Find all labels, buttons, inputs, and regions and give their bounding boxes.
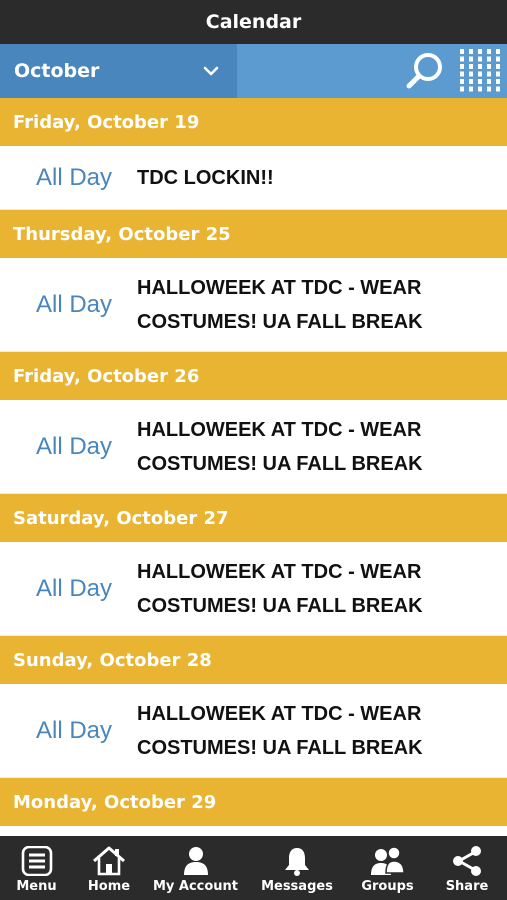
event-title-line: HALLOWEEK AT TDC - WEAR bbox=[137, 560, 422, 583]
event-time: All Day bbox=[36, 432, 113, 460]
tab-messages-label: Messages bbox=[261, 879, 333, 894]
event-title: HALLOWEEK AT TDC - WEAR COSTUMES! UA FALL… bbox=[137, 697, 487, 765]
grid-icon bbox=[460, 49, 500, 92]
day-header: Saturday, October 27 bbox=[0, 494, 507, 542]
day-header: Friday, October 26 bbox=[0, 352, 507, 400]
tab-groups[interactable]: Groups bbox=[348, 836, 427, 900]
tab-home-label: Home bbox=[87, 879, 131, 894]
account-icon bbox=[183, 847, 208, 875]
event-row[interactable]: All Day TDC LOCKIN!! bbox=[0, 146, 507, 210]
event-title: HALLOWEEK AT TDC - WEAR COSTUMES! UA FALL… bbox=[137, 271, 487, 339]
event-row[interactable]: All Day HALLOWEEK AT TDC - WEAR COSTUMES! … bbox=[0, 542, 507, 636]
tab-share[interactable]: Share bbox=[427, 836, 507, 900]
day-header: Sunday, October 28 bbox=[0, 636, 507, 684]
event-title-line: TDC LOCKIN!! bbox=[137, 166, 274, 189]
groups-icon bbox=[370, 846, 405, 875]
event-title: TDC LOCKIN!! bbox=[137, 161, 487, 195]
search-icon bbox=[406, 53, 442, 89]
event-title-line: HALLOWEEK AT TDC - WEAR bbox=[137, 418, 422, 441]
event-list[interactable]: Friday, October 19 All Day TDC LOCKIN!! Thu… bbox=[0, 98, 507, 836]
event-title: HALLOWEEK AT TDC - WEAR COSTUMES! UA FALL… bbox=[137, 413, 487, 481]
tab-share-label: Share bbox=[445, 879, 489, 894]
month-select[interactable]: October bbox=[0, 44, 237, 98]
share-icon bbox=[453, 846, 481, 876]
grid-view-button[interactable] bbox=[458, 47, 502, 93]
tab-menu-label: Menu bbox=[16, 879, 57, 894]
event-title-line: COSTUMES! UA FALL BREAK bbox=[137, 452, 423, 475]
day-header-date: Friday, October 26 bbox=[13, 365, 200, 387]
event-time: All Day bbox=[36, 716, 113, 744]
menu-icon bbox=[21, 846, 52, 876]
day-header-date: Sunday, October 28 bbox=[13, 649, 212, 671]
page-title: Calendar bbox=[205, 11, 302, 33]
event-time: All Day bbox=[36, 290, 113, 318]
tab-groups-label: Groups bbox=[361, 879, 414, 894]
day-header-date: Friday, October 19 bbox=[13, 111, 200, 133]
search-button[interactable] bbox=[404, 51, 446, 91]
event-title-line: HALLOWEEK AT TDC - WEAR bbox=[137, 276, 422, 299]
day-header: Thursday, October 25 bbox=[0, 210, 507, 258]
event-row[interactable]: All Day HALLOWEEK AT TDC - WEAR COSTUMES! … bbox=[0, 400, 507, 494]
day-header-date: Saturday, October 27 bbox=[13, 507, 229, 529]
event-row[interactable]: All Day HALLOWEEK AT TDC - WEAR COSTUMES! … bbox=[0, 258, 507, 352]
event-title-line: COSTUMES! UA FALL BREAK bbox=[137, 310, 423, 333]
title-bar: Calendar bbox=[0, 0, 507, 44]
chevron-down-icon bbox=[203, 66, 219, 76]
tab-messages[interactable]: Messages bbox=[246, 836, 348, 900]
event-time: All Day bbox=[36, 574, 113, 602]
day-header: Monday, October 29 bbox=[0, 778, 507, 826]
toolbar: October bbox=[0, 44, 507, 98]
day-header: Friday, October 19 bbox=[0, 98, 507, 146]
tab-bar: Menu Home My Account Messages Groups Sha… bbox=[0, 836, 507, 900]
home-icon bbox=[93, 846, 125, 876]
bell-icon bbox=[285, 848, 309, 876]
tab-home[interactable]: Home bbox=[73, 836, 145, 900]
tab-my-account[interactable]: My Account bbox=[145, 836, 246, 900]
tab-menu[interactable]: Menu bbox=[0, 836, 73, 900]
month-select-label: October bbox=[14, 60, 100, 82]
tab-my-account-label: My Account bbox=[152, 879, 239, 894]
event-title-line: COSTUMES! UA FALL BREAK bbox=[137, 736, 423, 759]
event-time: All Day bbox=[36, 163, 113, 191]
event-title: HALLOWEEK AT TDC - WEAR COSTUMES! UA FALL… bbox=[137, 555, 487, 623]
day-header-date: Thursday, October 25 bbox=[13, 223, 231, 245]
event-title-line: COSTUMES! UA FALL BREAK bbox=[137, 594, 423, 617]
event-title-line: HALLOWEEK AT TDC - WEAR bbox=[137, 702, 422, 725]
day-header-date: Monday, October 29 bbox=[13, 791, 217, 813]
event-row[interactable]: All Day HALLOWEEK AT TDC - WEAR COSTUMES! … bbox=[0, 684, 507, 778]
